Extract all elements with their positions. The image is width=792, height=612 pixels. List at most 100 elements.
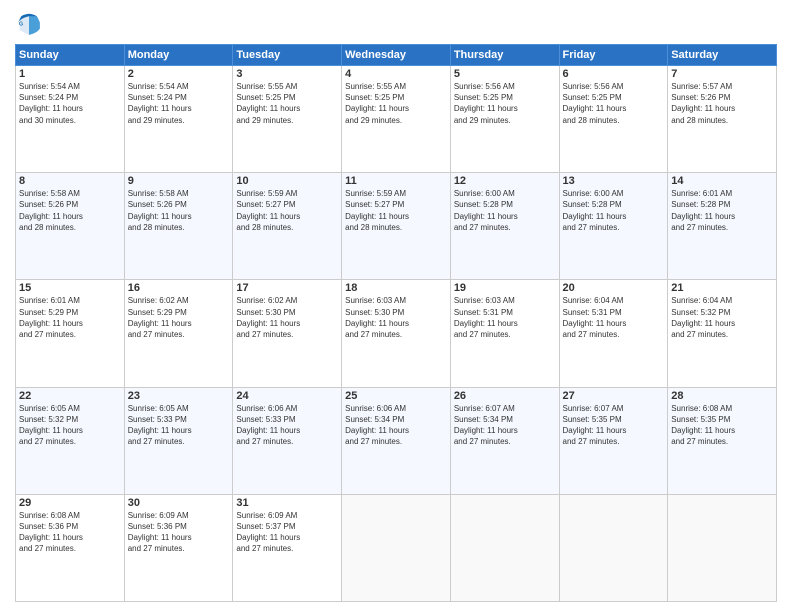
sunrise-label: Sunrise: 6:09 AM <box>236 511 297 520</box>
daylight-minutes: and 27 minutes. <box>563 330 620 339</box>
sunrise-label: Sunrise: 6:03 AM <box>345 296 406 305</box>
sunset-label: Sunset: 5:29 PM <box>19 308 78 317</box>
daylight-minutes: and 27 minutes. <box>236 330 293 339</box>
day-info: Sunrise: 6:03 AM Sunset: 5:30 PM Dayligh… <box>345 295 447 340</box>
sunset-label: Sunset: 5:30 PM <box>345 308 404 317</box>
daylight-label: Daylight: 11 hours <box>236 533 300 542</box>
table-row: 5 Sunrise: 5:56 AM Sunset: 5:25 PM Dayli… <box>450 66 559 173</box>
calendar-header-row: Sunday Monday Tuesday Wednesday Thursday… <box>16 45 777 66</box>
day-info: Sunrise: 5:54 AM Sunset: 5:24 PM Dayligh… <box>128 81 230 126</box>
sunset-label: Sunset: 5:24 PM <box>128 93 187 102</box>
day-info: Sunrise: 6:01 AM Sunset: 5:28 PM Dayligh… <box>671 188 773 233</box>
day-number: 26 <box>454 390 556 402</box>
day-info: Sunrise: 6:09 AM Sunset: 5:37 PM Dayligh… <box>236 510 338 555</box>
day-info: Sunrise: 5:55 AM Sunset: 5:25 PM Dayligh… <box>236 81 338 126</box>
day-info: Sunrise: 6:06 AM Sunset: 5:33 PM Dayligh… <box>236 403 338 448</box>
day-info: Sunrise: 6:04 AM Sunset: 5:32 PM Dayligh… <box>671 295 773 340</box>
sunset-label: Sunset: 5:29 PM <box>128 308 187 317</box>
col-saturday: Saturday <box>668 45 777 66</box>
daylight-minutes: and 27 minutes. <box>345 330 402 339</box>
daylight-minutes: and 27 minutes. <box>454 437 511 446</box>
sunrise-label: Sunrise: 6:02 AM <box>236 296 297 305</box>
daylight-minutes: and 27 minutes. <box>128 437 185 446</box>
table-row: 12 Sunrise: 6:00 AM Sunset: 5:28 PM Dayl… <box>450 173 559 280</box>
col-wednesday: Wednesday <box>342 45 451 66</box>
col-friday: Friday <box>559 45 668 66</box>
table-row: 23 Sunrise: 6:05 AM Sunset: 5:33 PM Dayl… <box>124 387 233 494</box>
sunset-label: Sunset: 5:35 PM <box>671 415 730 424</box>
day-number: 13 <box>563 175 665 187</box>
table-row: 20 Sunrise: 6:04 AM Sunset: 5:31 PM Dayl… <box>559 280 668 387</box>
day-info: Sunrise: 6:07 AM Sunset: 5:35 PM Dayligh… <box>563 403 665 448</box>
daylight-minutes: and 28 minutes. <box>128 223 185 232</box>
daylight-minutes: and 27 minutes. <box>671 437 728 446</box>
day-number: 28 <box>671 390 773 402</box>
day-number: 4 <box>345 68 447 80</box>
day-info: Sunrise: 5:54 AM Sunset: 5:24 PM Dayligh… <box>19 81 121 126</box>
table-row: 19 Sunrise: 6:03 AM Sunset: 5:31 PM Dayl… <box>450 280 559 387</box>
table-row: 14 Sunrise: 6:01 AM Sunset: 5:28 PM Dayl… <box>668 173 777 280</box>
calendar-week-row: 15 Sunrise: 6:01 AM Sunset: 5:29 PM Dayl… <box>16 280 777 387</box>
day-number: 9 <box>128 175 230 187</box>
sunrise-label: Sunrise: 5:59 AM <box>236 189 297 198</box>
daylight-label: Daylight: 11 hours <box>236 319 300 328</box>
sunrise-label: Sunrise: 5:58 AM <box>128 189 189 198</box>
daylight-minutes: and 27 minutes. <box>671 330 728 339</box>
day-number: 3 <box>236 68 338 80</box>
sunset-label: Sunset: 5:26 PM <box>671 93 730 102</box>
table-row: 31 Sunrise: 6:09 AM Sunset: 5:37 PM Dayl… <box>233 494 342 601</box>
table-row <box>450 494 559 601</box>
day-number: 14 <box>671 175 773 187</box>
day-number: 15 <box>19 282 121 294</box>
daylight-label: Daylight: 11 hours <box>19 319 83 328</box>
sunset-label: Sunset: 5:26 PM <box>128 200 187 209</box>
daylight-minutes: and 30 minutes. <box>19 116 76 125</box>
daylight-label: Daylight: 11 hours <box>345 426 409 435</box>
table-row: 15 Sunrise: 6:01 AM Sunset: 5:29 PM Dayl… <box>16 280 125 387</box>
page: G Sunday Monday Tuesday Wednesday Thursd… <box>0 0 792 612</box>
sunrise-label: Sunrise: 6:08 AM <box>19 511 80 520</box>
table-row: 2 Sunrise: 5:54 AM Sunset: 5:24 PM Dayli… <box>124 66 233 173</box>
sunrise-label: Sunrise: 6:02 AM <box>128 296 189 305</box>
sunset-label: Sunset: 5:30 PM <box>236 308 295 317</box>
table-row: 17 Sunrise: 6:02 AM Sunset: 5:30 PM Dayl… <box>233 280 342 387</box>
sunrise-label: Sunrise: 6:07 AM <box>454 404 515 413</box>
daylight-label: Daylight: 11 hours <box>19 104 83 113</box>
day-info: Sunrise: 5:56 AM Sunset: 5:25 PM Dayligh… <box>563 81 665 126</box>
calendar-week-row: 22 Sunrise: 6:05 AM Sunset: 5:32 PM Dayl… <box>16 387 777 494</box>
sunrise-label: Sunrise: 6:01 AM <box>19 296 80 305</box>
daylight-label: Daylight: 11 hours <box>563 212 627 221</box>
sunset-label: Sunset: 5:27 PM <box>345 200 404 209</box>
day-number: 11 <box>345 175 447 187</box>
sunset-label: Sunset: 5:24 PM <box>19 93 78 102</box>
sunrise-label: Sunrise: 6:08 AM <box>671 404 732 413</box>
daylight-minutes: and 27 minutes. <box>454 223 511 232</box>
sunset-label: Sunset: 5:25 PM <box>236 93 295 102</box>
sunset-label: Sunset: 5:31 PM <box>454 308 513 317</box>
calendar-week-row: 8 Sunrise: 5:58 AM Sunset: 5:26 PM Dayli… <box>16 173 777 280</box>
daylight-label: Daylight: 11 hours <box>345 212 409 221</box>
sunset-label: Sunset: 5:33 PM <box>128 415 187 424</box>
daylight-label: Daylight: 11 hours <box>236 104 300 113</box>
calendar-week-row: 1 Sunrise: 5:54 AM Sunset: 5:24 PM Dayli… <box>16 66 777 173</box>
day-info: Sunrise: 6:04 AM Sunset: 5:31 PM Dayligh… <box>563 295 665 340</box>
daylight-label: Daylight: 11 hours <box>128 212 192 221</box>
table-row: 4 Sunrise: 5:55 AM Sunset: 5:25 PM Dayli… <box>342 66 451 173</box>
day-number: 17 <box>236 282 338 294</box>
sunset-label: Sunset: 5:34 PM <box>345 415 404 424</box>
table-row <box>668 494 777 601</box>
sunrise-label: Sunrise: 6:06 AM <box>345 404 406 413</box>
daylight-minutes: and 28 minutes. <box>19 223 76 232</box>
daylight-minutes: and 27 minutes. <box>563 223 620 232</box>
day-info: Sunrise: 5:55 AM Sunset: 5:25 PM Dayligh… <box>345 81 447 126</box>
table-row: 28 Sunrise: 6:08 AM Sunset: 5:35 PM Dayl… <box>668 387 777 494</box>
daylight-minutes: and 28 minutes. <box>563 116 620 125</box>
col-sunday: Sunday <box>16 45 125 66</box>
sunset-label: Sunset: 5:33 PM <box>236 415 295 424</box>
table-row: 7 Sunrise: 5:57 AM Sunset: 5:26 PM Dayli… <box>668 66 777 173</box>
sunset-label: Sunset: 5:28 PM <box>563 200 622 209</box>
day-number: 29 <box>19 497 121 509</box>
daylight-label: Daylight: 11 hours <box>128 533 192 542</box>
daylight-label: Daylight: 11 hours <box>454 212 518 221</box>
daylight-label: Daylight: 11 hours <box>563 104 627 113</box>
